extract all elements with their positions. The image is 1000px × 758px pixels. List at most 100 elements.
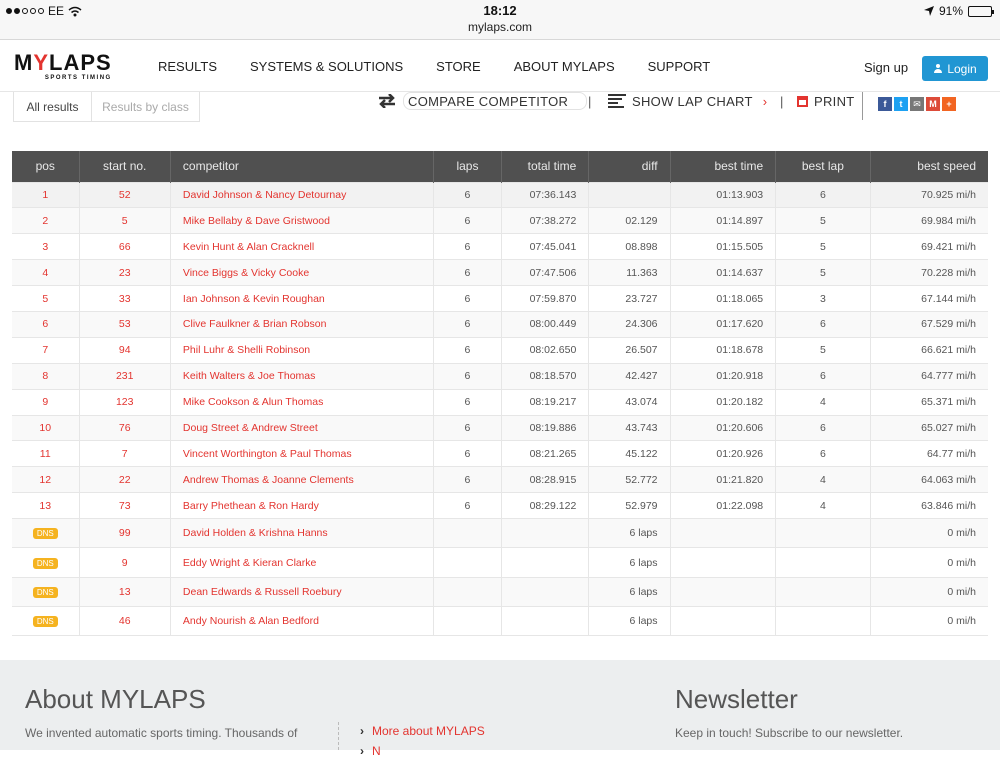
cell-best-time: 01:20.606 <box>670 414 777 441</box>
cell-pos: 7 <box>12 336 80 364</box>
header-diff[interactable]: diff <box>588 151 671 182</box>
table-row[interactable]: 9 123 Mike Cookson & Alun Thomas 6 08:19.217… <box>12 388 988 416</box>
table-row[interactable]: 5 33 Ian Johnson & Kevin Roughan 6 07:59.870… <box>12 285 988 312</box>
header-best-lap[interactable]: best lap <box>775 151 871 182</box>
table-row[interactable]: 12 22 Andrew Thomas & Joanne Clements 6 08:2… <box>12 466 988 493</box>
nav-menu: RESULTS SYSTEMS & SOLUTIONS STORE ABOUT … <box>158 59 743 74</box>
cell-laps: 6 <box>433 492 502 519</box>
cell-start-no: 52 <box>79 181 171 208</box>
cell-total-time: 07:47.506 <box>501 259 590 286</box>
address-bar[interactable]: mylaps.com <box>0 20 1000 34</box>
header-total-time[interactable]: total time <box>501 151 590 182</box>
cell-competitor[interactable]: Vincent Worthington & Paul Thomas <box>170 440 434 467</box>
cell-competitor[interactable]: Dean Edwards & Russell Roebury <box>170 576 434 607</box>
footer-link-label: More about MYLAPS <box>372 724 485 738</box>
results-table: pos start no. competitor laps total time… <box>12 151 988 636</box>
cell-best-time: 01:20.918 <box>670 362 777 390</box>
tab-all-results[interactable]: All results <box>13 92 91 122</box>
cell-competitor[interactable]: Andrew Thomas & Joanne Clements <box>170 466 434 493</box>
table-row[interactable]: DNS 13 Dean Edwards & Russell Roebury 6 lap… <box>12 576 988 607</box>
table-row[interactable]: 7 94 Phil Luhr & Shelli Robinson 6 08:02.650… <box>12 336 988 364</box>
cell-total-time: 07:38.272 <box>501 207 590 234</box>
cell-laps: 6 <box>433 414 502 441</box>
cell-competitor[interactable]: Mike Cookson & Alun Thomas <box>170 388 434 416</box>
cell-competitor[interactable]: Doug Street & Andrew Street <box>170 414 434 441</box>
cell-best-speed: 67.529 mi/h <box>870 310 988 338</box>
cell-competitor[interactable]: Andy Nourish & Alan Bedford <box>170 605 434 636</box>
social-share: f t ✉ M + <box>878 97 956 111</box>
table-row[interactable]: 11 7 Vincent Worthington & Paul Thomas 6 08:… <box>12 440 988 467</box>
cell-competitor[interactable]: Keith Walters & Joe Thomas <box>170 362 434 390</box>
header-best-time[interactable]: best time <box>670 151 777 182</box>
cell-best-speed: 65.027 mi/h <box>870 414 988 441</box>
email-icon[interactable]: ✉ <box>910 97 924 111</box>
cell-best-time <box>670 518 777 548</box>
nav-systems-solutions[interactable]: SYSTEMS & SOLUTIONS <box>250 59 403 74</box>
mylaps-logo[interactable]: MYLAPS SPORTS TIMING <box>14 52 112 82</box>
cell-best-speed: 63.846 mi/h <box>870 492 988 519</box>
header-start-no[interactable]: start no. <box>79 151 171 182</box>
table-row[interactable]: 8 231 Keith Walters & Joe Thomas 6 08:18.570… <box>12 362 988 390</box>
twitter-icon[interactable]: t <box>894 97 908 111</box>
cell-diff: 6 laps <box>588 576 671 607</box>
table-row[interactable]: 1 52 David Johnson & Nancy Detournay 6 07:36… <box>12 181 988 208</box>
cell-competitor[interactable]: Vince Biggs & Vicky Cooke <box>170 259 434 286</box>
cell-laps: 6 <box>433 259 502 286</box>
dns-badge: DNS <box>32 528 58 540</box>
table-row[interactable]: DNS 46 Andy Nourish & Alan Bedford 6 laps 0 … <box>12 605 988 636</box>
cell-competitor[interactable]: Eddy Wright & Kieran Clarke <box>170 547 434 578</box>
table-row[interactable]: DNS 99 David Holden & Krishna Hanns 6 laps 0… <box>12 518 988 548</box>
tab-results-by-class[interactable]: Results by class <box>91 92 200 122</box>
cell-competitor[interactable]: Barry Phethean & Ron Hardy <box>170 492 434 519</box>
cell-competitor[interactable]: Kevin Hunt & Alan Cracknell <box>170 233 434 260</box>
show-lap-chart-button[interactable]: SHOW LAP CHART › <box>608 92 767 110</box>
cell-start-no: 22 <box>79 466 171 493</box>
cell-best-lap: 4 <box>775 492 871 519</box>
facebook-icon[interactable]: f <box>878 97 892 111</box>
cell-best-time <box>670 605 777 636</box>
cell-pos: 2 <box>12 207 80 234</box>
table-row[interactable]: 3 66 Kevin Hunt & Alan Cracknell 6 07:45.041… <box>12 233 988 260</box>
nav-support[interactable]: SUPPORT <box>648 59 711 74</box>
status-bar: EE 18:12 mylaps.com 91% <box>0 0 1000 40</box>
cell-best-speed: 65.371 mi/h <box>870 388 988 416</box>
nav-store[interactable]: STORE <box>436 59 481 74</box>
cell-best-lap <box>775 605 871 636</box>
table-row[interactable]: 6 53 Clive Faulkner & Brian Robson 6 08:00.4… <box>12 310 988 338</box>
nav-results[interactable]: RESULTS <box>158 59 217 74</box>
cell-start-no: 66 <box>79 233 171 260</box>
cell-competitor[interactable]: Phil Luhr & Shelli Robinson <box>170 336 434 364</box>
header-best-speed[interactable]: best speed <box>870 151 988 182</box>
cell-competitor[interactable]: Clive Faulkner & Brian Robson <box>170 310 434 338</box>
header-laps[interactable]: laps <box>433 151 502 182</box>
print-button[interactable]: PRINT <box>797 92 855 110</box>
cell-best-lap: 6 <box>775 310 871 338</box>
table-row[interactable]: 10 76 Doug Street & Andrew Street 6 08:19.88… <box>12 414 988 441</box>
footer-link-second[interactable]: › N <box>360 744 381 758</box>
plus-icon[interactable]: + <box>942 97 956 111</box>
table-row[interactable]: 4 23 Vince Biggs & Vicky Cooke 6 07:47.506 11… <box>12 259 988 286</box>
signup-link[interactable]: Sign up <box>864 60 908 75</box>
cell-laps: 6 <box>433 310 502 338</box>
cell-competitor[interactable]: David Holden & Krishna Hanns <box>170 518 434 548</box>
cell-competitor[interactable]: Mike Bellaby & Dave Gristwood <box>170 207 434 234</box>
header-competitor[interactable]: competitor <box>170 151 434 182</box>
footer-about-text: We invented automatic sports timing. Tho… <box>25 726 298 740</box>
logo-tagline: SPORTS TIMING <box>44 75 112 81</box>
results-toolbar: All results Results by class COMPARE COM… <box>0 92 1000 126</box>
footer-link-more-about[interactable]: › More about MYLAPS <box>360 724 485 738</box>
cell-competitor[interactable]: David Johnson & Nancy Detournay <box>170 181 434 208</box>
table-row[interactable]: 2 5 Mike Bellaby & Dave Gristwood 6 07:38.27… <box>12 207 988 234</box>
table-row[interactable]: 13 73 Barry Phethean & Ron Hardy 6 08:29.122… <box>12 492 988 519</box>
login-button[interactable]: Login <box>922 56 988 81</box>
cell-competitor[interactable]: Ian Johnson & Kevin Roughan <box>170 285 434 312</box>
cell-total-time <box>501 605 590 636</box>
login-label: Login <box>947 61 977 76</box>
compare-competitor-button[interactable]: COMPARE COMPETITOR <box>377 92 588 110</box>
table-row[interactable]: DNS 9 Eddy Wright & Kieran Clarke 6 laps 0 m… <box>12 547 988 578</box>
header-pos[interactable]: pos <box>12 151 80 182</box>
nav-about[interactable]: ABOUT MYLAPS <box>514 59 615 74</box>
gmail-icon[interactable]: M <box>926 97 940 111</box>
cell-laps <box>433 547 502 578</box>
cell-pos: DNS <box>12 518 80 548</box>
